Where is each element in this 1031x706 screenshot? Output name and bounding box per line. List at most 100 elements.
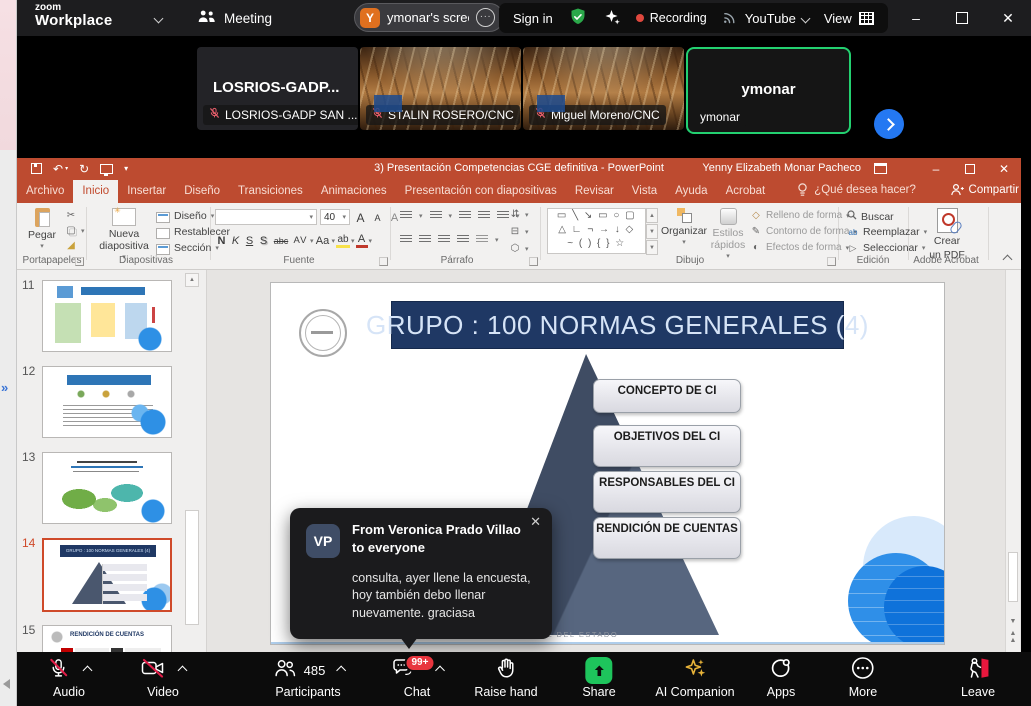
recording-indicator[interactable]: Recording [636,11,707,25]
raise-hand-button[interactable]: Raise hand [474,657,537,699]
convert-smartart-button[interactable]: ⬡▾ [509,243,529,254]
decrease-indent-button[interactable] [459,211,471,220]
replace-button[interactable]: abReemplazar▾ [847,226,927,238]
chat-button[interactable]: 99+ Chat [391,657,444,699]
shape-effects-button[interactable]: ◐Efectos de forma▾ [750,242,849,253]
bold-button[interactable]: N [215,235,228,247]
video-button[interactable]: Video [140,657,186,699]
text-direction-button[interactable]: ⇵▾ [509,209,529,220]
change-case-button[interactable]: Aa [315,235,331,247]
scroll-down-icon[interactable]: ▼ [1006,618,1020,625]
align-right-button[interactable] [438,235,450,244]
workplace-chevron-icon[interactable] [154,14,164,24]
section-button[interactable]: Sección▾ [156,242,219,254]
scroll-down-icon[interactable]: ▼ [646,224,658,239]
tab-transiciones[interactable]: Transiciones [229,180,312,203]
share-button[interactable]: Compartir [950,183,1019,196]
tab-acrobat[interactable]: Acrobat [717,180,775,203]
copy-button[interactable]: ▢▾ [65,225,85,236]
justify-button[interactable] [457,235,469,244]
chat-chevron-icon[interactable] [435,666,445,676]
slide-thumbnail-15[interactable]: RENDICIÓN DE CUENTAS [42,625,172,652]
thumbnail-scrollbar-thumb[interactable] [185,510,199,625]
save-icon[interactable] [31,163,42,174]
participants-chevron-icon[interactable] [336,666,346,676]
customize-qat-icon[interactable]: ▾ [124,164,128,173]
increase-indent-button[interactable] [478,211,490,220]
columns-button[interactable] [476,235,488,244]
tab-diseno[interactable]: Diseño [175,180,229,203]
font-size-combo[interactable]: 40▾ [320,209,350,225]
paste-button[interactable]: Pegar ▾ [25,208,59,251]
ai-companion-button[interactable]: AI Companion [655,657,734,699]
collapse-ribbon-icon[interactable] [1003,255,1013,265]
find-button[interactable]: Buscar [847,210,894,223]
grow-font-button[interactable]: A [354,211,367,225]
zoom-maximize-button[interactable] [939,0,985,36]
cut-button[interactable]: ✂ [65,210,77,221]
tab-vista[interactable]: Vista [623,180,666,203]
slide-thumbnail-14-selected[interactable]: GRUPO : 100 NORMAS GENERALES (4) [42,538,172,612]
format-painter-button[interactable]: ◢ [65,240,77,251]
shapes-gallery[interactable]: ▭ ╲ ↘ ▭ ○ ▢ △ ∟ ¬ → ↓ ◇ ~ ( ) { } ☆ [547,208,646,254]
video-tile-stalin[interactable]: STALIN ROSERO/CNC [360,47,521,130]
slide-thumbnail-12[interactable] [42,366,172,438]
share-screen-button[interactable]: Share [582,657,615,699]
underline-button[interactable]: S [243,235,256,247]
expand-chevrons-icon[interactable]: » [1,380,8,395]
undo-button[interactable]: ↶▾ [53,162,68,176]
tab-presentacion[interactable]: Presentación con diapositivas [396,180,566,203]
shape-fill-button[interactable]: ◇Relleno de forma▾ [750,210,850,221]
highlight-color-button[interactable]: ab [336,234,350,248]
collapse-triangle-icon[interactable] [3,679,10,689]
shape-outline-button[interactable]: ✎Contorno de forma▾ [750,226,857,237]
shapes-gallery-scroll[interactable]: ▲ ▼ ▼ [646,208,658,255]
line-spacing-button[interactable] [497,211,509,220]
ppt-minimize-button[interactable]: – [919,158,953,179]
redo-icon[interactable]: ↻ [79,162,89,176]
account-name[interactable]: Yenny Elizabeth Monar Pacheco [702,158,861,179]
ribbon-display-options-button[interactable] [863,158,897,179]
fuente-dialog-launcher-icon[interactable] [379,257,388,266]
slide-thumbnail-11[interactable] [42,280,172,352]
align-text-button[interactable]: ⊟▾ [509,226,529,237]
tab-meeting[interactable]: Meeting [197,0,272,36]
align-left-button[interactable] [400,235,412,244]
main-scrollbar-thumb[interactable] [1008,552,1018,602]
close-icon[interactable]: ✕ [530,514,541,530]
tab-archivo[interactable]: Archivo [17,180,73,203]
view-control[interactable]: View [824,11,874,26]
layout-button[interactable]: Diseño▾ [156,210,214,222]
participants-button[interactable]: 485 Participants [272,657,345,699]
chat-notification-popup[interactable]: VP From Veronica Prado Villao to everyon… [290,508,552,639]
bullets-button[interactable] [400,211,412,220]
start-slideshow-icon[interactable] [100,164,113,174]
ai-sparkle-icon[interactable] [603,8,621,29]
audio-options-chevron-icon[interactable] [83,666,93,676]
zoom-close-button[interactable]: ✕ [985,0,1031,36]
tab-ayuda[interactable]: Ayuda [666,180,716,203]
dibujo-dialog-launcher-icon[interactable] [827,257,836,266]
tab-insertar[interactable]: Insertar [118,180,175,203]
zoom-minimize-button[interactable]: – [893,0,939,36]
video-tile-losrios[interactable]: LOSRIOS-GADP... LOSRIOS-GADP SAN ... [197,47,358,130]
tab-animaciones[interactable]: Animaciones [312,180,396,203]
ppt-restore-button[interactable] [953,158,987,179]
arrange-button[interactable]: Organizar ▾ [662,208,706,247]
apps-button[interactable]: Apps [767,657,796,699]
previous-slide-button[interactable]: ▲▲ [1006,630,1020,644]
select-button[interactable]: ▷Seleccionar▾ [847,242,925,254]
encryption-shield-icon[interactable] [568,7,588,30]
align-center-button[interactable] [419,235,431,244]
slide-thumbnail-13[interactable] [42,452,172,524]
screen-share-pill[interactable]: Y ymonar's screen ··· [354,3,504,32]
thumbnail-scroll-up-button[interactable]: ▲ [185,273,199,287]
font-name-combo[interactable]: ▾ [215,209,317,225]
text-shadow-button[interactable]: S [257,235,270,247]
leave-button[interactable]: Leave [961,657,995,699]
tab-revisar[interactable]: Revisar [566,180,623,203]
tell-me-search[interactable]: ¿Qué desea hacer? [796,182,916,203]
font-color-button[interactable]: A [356,233,368,248]
ppt-close-button[interactable]: ✕ [987,158,1021,179]
numbering-button[interactable] [430,211,442,220]
